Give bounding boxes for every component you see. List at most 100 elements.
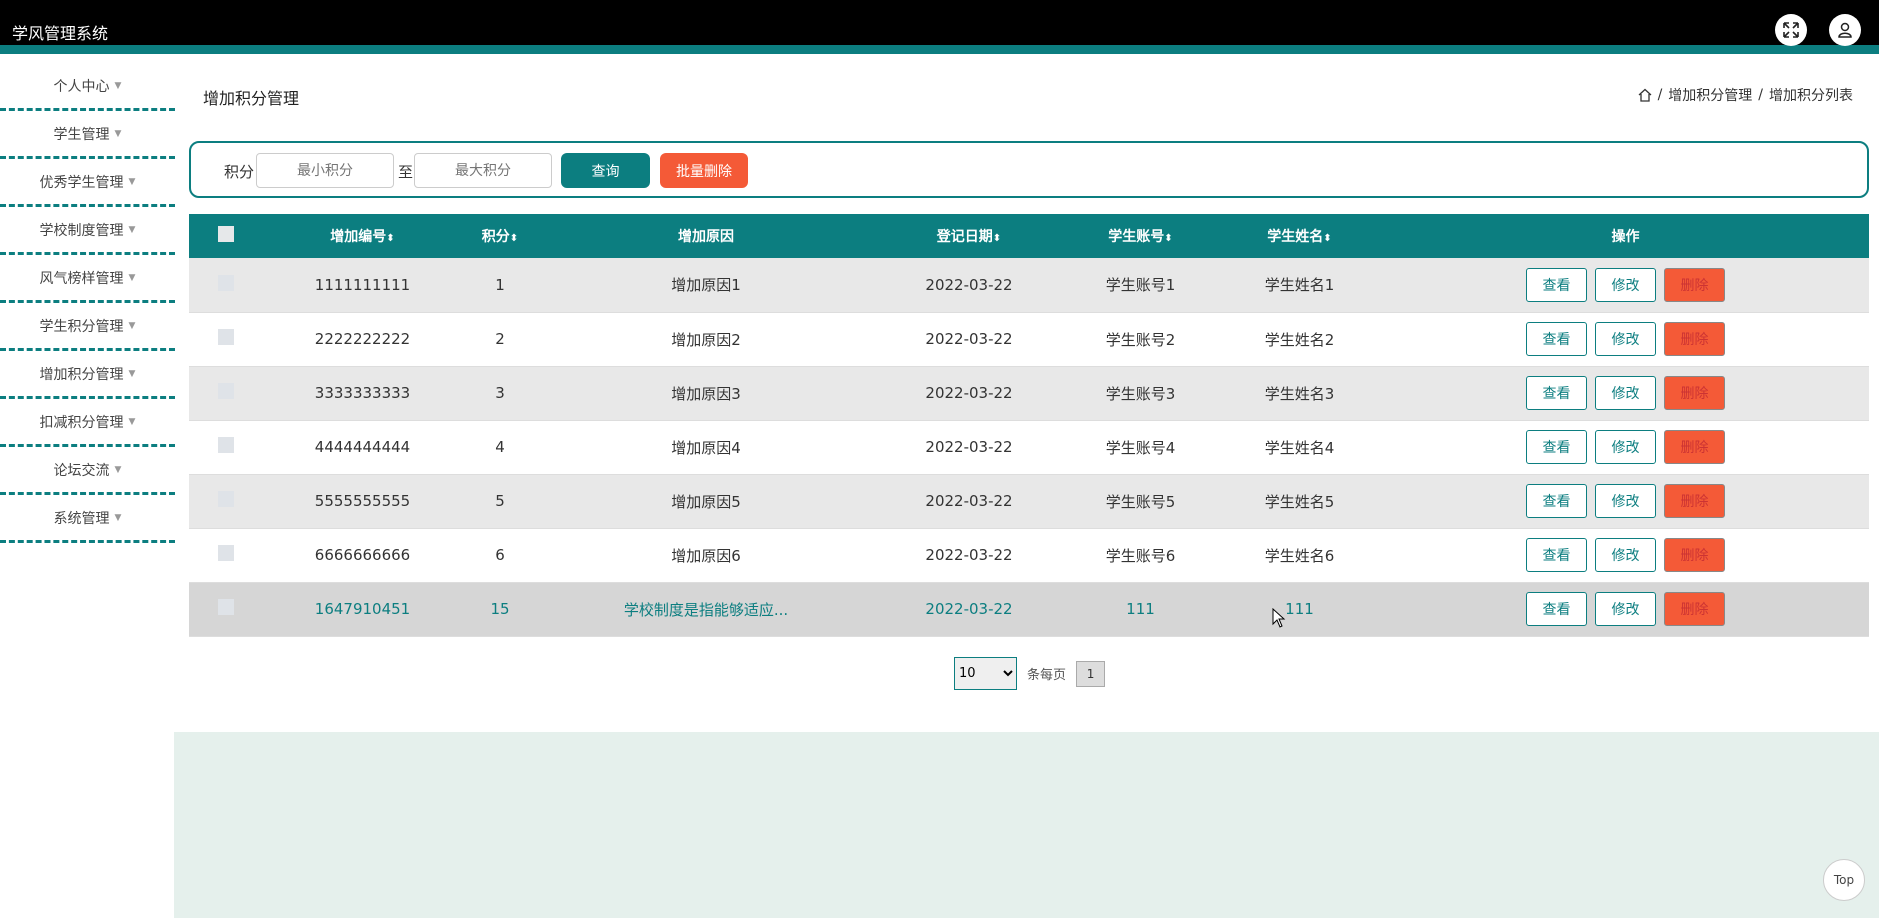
table-row: 1111111111 1 增加原因1 2022-03-22 学生账号1 学生姓名… <box>189 258 1869 312</box>
select-all-checkbox[interactable] <box>218 226 234 242</box>
row-checkbox[interactable] <box>218 329 234 345</box>
cell-name: 学生姓名2 <box>1264 330 1335 349</box>
sidebar-item-forum[interactable]: 论坛交流 ▼ <box>0 447 175 495</box>
cell-reason: 学校制度是指能够适应... <box>623 600 789 619</box>
cell-score: 3 <box>495 384 505 402</box>
header-account[interactable]: 学生账号⬍ <box>1064 214 1217 258</box>
cell-id: 5555555555 <box>314 492 411 510</box>
table-header-row: 增加编号⬍ 积分⬍ 增加原因 登记日期⬍ 学生账号⬍ 学生姓名⬍ 操作 <box>189 214 1869 258</box>
batch-delete-button[interactable]: 批量删除 <box>660 153 748 188</box>
delete-button[interactable]: 删除 <box>1664 376 1725 410</box>
header-id[interactable]: 增加编号⬍ <box>263 214 462 258</box>
delete-button[interactable]: 删除 <box>1664 538 1725 572</box>
page-number[interactable]: 1 <box>1076 660 1106 687</box>
view-button[interactable]: 查看 <box>1526 376 1587 410</box>
cell-account: 学生账号5 <box>1105 492 1176 511</box>
view-button[interactable]: 查看 <box>1526 430 1587 464</box>
home-icon[interactable] <box>1638 88 1652 102</box>
cell-account: 学生账号2 <box>1105 330 1176 349</box>
view-button[interactable]: 查看 <box>1526 267 1587 302</box>
cell-account: 学生账号4 <box>1105 438 1176 457</box>
cell-date: 2022-03-22 <box>925 438 1013 456</box>
min-score-input[interactable] <box>256 153 394 188</box>
sort-icon: ⬍ <box>992 233 1002 244</box>
cell-name: 学生姓名4 <box>1264 438 1335 457</box>
pagination: 10 条每页 1 <box>954 657 1106 690</box>
edit-button[interactable]: 修改 <box>1595 592 1656 626</box>
sidebar-item-students[interactable]: 学生管理 ▼ <box>0 111 175 159</box>
sidebar-item-excellent-students[interactable]: 优秀学生管理 ▼ <box>0 159 175 207</box>
cell-reason: 增加原因4 <box>671 438 741 457</box>
row-checkbox[interactable] <box>218 491 234 507</box>
cell-name: 学生姓名5 <box>1264 492 1335 511</box>
view-button[interactable]: 查看 <box>1526 484 1587 518</box>
cell-reason: 增加原因3 <box>671 384 741 403</box>
sort-icon: ⬍ <box>386 233 395 244</box>
delete-button[interactable]: 删除 <box>1664 484 1725 518</box>
sidebar-item-school-rules[interactable]: 学校制度管理 ▼ <box>0 207 175 255</box>
edit-button[interactable]: 修改 <box>1595 538 1656 572</box>
breadcrumb-level1[interactable]: 增加积分管理 <box>1668 85 1752 105</box>
cell-account: 学生账号6 <box>1105 546 1176 565</box>
sidebar-item-add-points[interactable]: 增加积分管理 ▼ <box>0 351 175 399</box>
edit-button[interactable]: 修改 <box>1595 322 1656 356</box>
cell-reason: 增加原因1 <box>671 276 741 295</box>
cell-id: 1111111111 <box>314 275 411 294</box>
page-size-select[interactable]: 10 <box>954 657 1017 690</box>
delete-button[interactable]: 删除 <box>1664 267 1725 302</box>
cell-score: 6 <box>495 546 505 564</box>
sort-icon: ⬍ <box>509 233 519 244</box>
cell-score: 4 <box>495 438 505 456</box>
edit-button[interactable]: 修改 <box>1595 430 1656 464</box>
caret-down-icon: ▼ <box>128 272 136 283</box>
sidebar-item-deduct-points[interactable]: 扣减积分管理 ▼ <box>0 399 175 447</box>
fullscreen-icon[interactable] <box>1775 14 1807 46</box>
edit-button[interactable]: 修改 <box>1595 267 1656 302</box>
cell-id: 1647910451 <box>314 600 411 618</box>
sidebar-item-personal[interactable]: 个人中心 ▼ <box>0 63 175 111</box>
delete-button[interactable]: 删除 <box>1664 430 1725 464</box>
edit-button[interactable]: 修改 <box>1595 484 1656 518</box>
edit-button[interactable]: 修改 <box>1595 376 1656 410</box>
delete-button[interactable]: 删除 <box>1664 322 1725 356</box>
table-row: 3333333333 3 增加原因3 2022-03-22 学生账号3 学生姓名… <box>189 366 1869 420</box>
per-page-label: 条每页 <box>1027 668 1067 683</box>
caret-down-icon: ▼ <box>128 416 136 427</box>
header-date[interactable]: 登记日期⬍ <box>874 214 1064 258</box>
sidebar-item-system[interactable]: 系统管理 ▼ <box>0 495 175 543</box>
to-label: 至 <box>398 163 414 181</box>
app-title: 学风管理系统 <box>12 24 109 43</box>
caret-down-icon: ▼ <box>128 176 136 187</box>
table-row: 5555555555 5 增加原因5 2022-03-22 学生账号5 学生姓名… <box>189 474 1869 528</box>
page-title: 增加积分管理 <box>203 89 300 108</box>
back-to-top-button[interactable]: Top <box>1823 859 1865 901</box>
breadcrumb-separator: / <box>1758 87 1763 103</box>
cell-date: 2022-03-22 <box>925 600 1013 618</box>
query-button[interactable]: 查询 <box>561 153 650 188</box>
sort-icon: ⬍ <box>1164 233 1173 244</box>
max-score-input[interactable] <box>414 153 552 188</box>
header-score[interactable]: 积分⬍ <box>462 214 538 258</box>
points-table: 增加编号⬍ 积分⬍ 增加原因 登记日期⬍ 学生账号⬍ 学生姓名⬍ 操作 1111… <box>189 214 1869 637</box>
view-button[interactable]: 查看 <box>1526 322 1587 356</box>
sidebar-item-role-models[interactable]: 风气榜样管理 ▼ <box>0 255 175 303</box>
cell-score: 2 <box>495 330 505 348</box>
delete-button[interactable]: 删除 <box>1664 592 1725 626</box>
view-button[interactable]: 查看 <box>1526 592 1587 626</box>
row-checkbox[interactable] <box>218 599 234 615</box>
row-checkbox[interactable] <box>218 274 234 291</box>
row-checkbox[interactable] <box>218 383 234 399</box>
cell-reason: 增加原因2 <box>671 330 741 349</box>
header-name[interactable]: 学生姓名⬍ <box>1217 214 1382 258</box>
breadcrumb-level2: 增加积分列表 <box>1769 88 1853 104</box>
sidebar-item-student-points[interactable]: 学生积分管理 ▼ <box>0 303 175 351</box>
row-checkbox[interactable] <box>218 545 234 561</box>
cell-account: 111 <box>1126 600 1155 618</box>
cell-date: 2022-03-22 <box>925 492 1013 510</box>
top-bar: 学风管理系统 <box>0 0 1879 54</box>
table-row: 4444444444 4 增加原因4 2022-03-22 学生账号4 学生姓名… <box>189 420 1869 474</box>
view-button[interactable]: 查看 <box>1526 538 1587 572</box>
cell-account: 学生账号1 <box>1105 276 1176 295</box>
row-checkbox[interactable] <box>218 437 234 453</box>
user-icon[interactable] <box>1829 14 1861 46</box>
